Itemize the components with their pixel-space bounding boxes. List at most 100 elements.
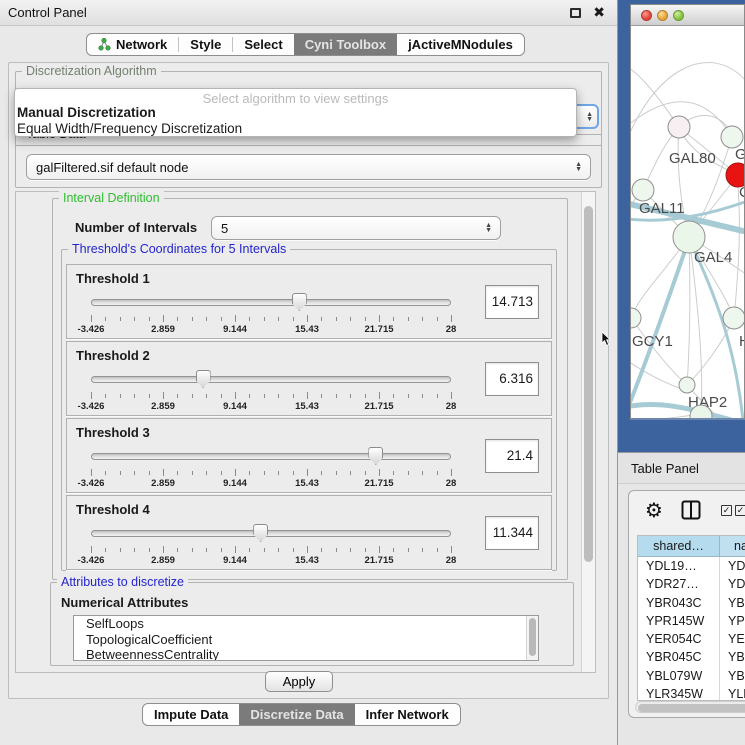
checkbox-icon[interactable]: ✓: [735, 505, 745, 516]
slider-thumb[interactable]: [196, 370, 211, 388]
gear-icon[interactable]: ⚙: [645, 498, 663, 523]
cell-shared-name[interactable]: YER054C: [638, 630, 720, 648]
slider-thumb[interactable]: [253, 524, 268, 542]
cell-name[interactable]: YDR2: [720, 575, 745, 593]
table-row[interactable]: YBR045CYBR0: [638, 648, 745, 666]
close-traffic-light-icon[interactable]: [641, 10, 652, 21]
application: Control Panel ✖ Network Style Select Cyn…: [0, 0, 745, 745]
table-row[interactable]: YDR27…YDR2: [638, 575, 745, 593]
number-of-intervals-label: Number of Intervals: [75, 220, 197, 235]
panel-scrollbar[interactable]: [581, 192, 595, 672]
cell-name[interactable]: YER0: [720, 630, 745, 648]
tab-infer-network-label: Infer Network: [366, 707, 449, 722]
cell-shared-name[interactable]: YBL079W: [638, 667, 720, 685]
tab-cyni-toolbox-label: Cyni Toolbox: [305, 37, 386, 52]
cell-shared-name[interactable]: YLR345W: [638, 685, 720, 701]
slider-track[interactable]: [91, 453, 451, 460]
tab-discretize-data[interactable]: Discretize Data: [239, 704, 354, 725]
table-row[interactable]: YER054CYER0: [638, 630, 745, 648]
numerical-attributes-list[interactable]: SelfLoopsTopologicalCoefficientBetweenne…: [73, 615, 539, 661]
tab-discretize-data-label: Discretize Data: [250, 707, 343, 722]
scrollbar-thumb[interactable]: [529, 618, 536, 656]
control-panel: Control Panel ✖ Network Style Select Cyn…: [0, 0, 618, 745]
tab-style[interactable]: Style: [179, 34, 232, 55]
slider-track[interactable]: [91, 376, 451, 383]
network-node[interactable]: [632, 179, 654, 201]
threshold-1-value[interactable]: 14.713: [485, 285, 539, 319]
close-icon[interactable]: ✖: [593, 4, 605, 21]
slider-track[interactable]: [91, 530, 451, 537]
slider-tick-labels: -3.4262.8599.14415.4321.71528: [91, 401, 451, 412]
network-node[interactable]: [723, 307, 744, 329]
column-header-shared-name[interactable]: shared…: [638, 536, 720, 556]
cell-shared-name[interactable]: YBR043C: [638, 594, 720, 612]
control-panel-tabbar: Network Style Select Cyni Toolbox jActiv…: [86, 33, 525, 56]
tab-infer-network[interactable]: Infer Network: [355, 704, 460, 725]
network-node[interactable]: [631, 308, 641, 328]
scrollbar-thumb[interactable]: [584, 206, 593, 562]
threshold-2-slider[interactable]: -3.4262.8599.14415.4321.71528: [91, 368, 451, 412]
table-row[interactable]: YBR043CYBR0: [638, 594, 745, 612]
cell-shared-name[interactable]: YDR27…: [638, 575, 720, 593]
threshold-2-value[interactable]: 6.316: [485, 362, 539, 396]
slider-thumb[interactable]: [292, 293, 307, 311]
table-panel-title: Table Panel: [631, 453, 699, 484]
column-header-name[interactable]: na: [720, 536, 745, 556]
network-node[interactable]: [721, 126, 743, 148]
apply-button[interactable]: Apply: [265, 671, 333, 692]
number-of-intervals-combo[interactable]: 5 ▲▼: [211, 216, 501, 240]
list-item[interactable]: TopologicalCoefficient: [74, 632, 538, 648]
network-icon: [98, 38, 111, 51]
cyni-panel: Discretization Algorithm ▲▼ Table Data g…: [8, 62, 609, 699]
float-window-icon[interactable]: [570, 8, 581, 18]
checkbox-icon[interactable]: ✓: [721, 505, 732, 516]
cell-name[interactable]: YPR1: [720, 612, 745, 630]
tab-cyni-toolbox[interactable]: Cyni Toolbox: [294, 34, 397, 55]
cell-name[interactable]: YBR0: [720, 594, 745, 612]
list-item[interactable]: BetweennessCentrality: [74, 647, 538, 661]
slider-ticks: [91, 546, 451, 554]
zoom-traffic-light-icon[interactable]: [673, 10, 684, 21]
tab-jactivemnodules[interactable]: jActiveMNodules: [397, 34, 524, 55]
list-item[interactable]: SelfLoops: [74, 616, 538, 632]
minimize-traffic-light-icon[interactable]: [657, 10, 668, 21]
cell-name[interactable]: YBR0: [720, 648, 745, 666]
scrollbar-thumb[interactable]: [638, 704, 745, 712]
columns-icon[interactable]: [681, 500, 701, 520]
cell-name[interactable]: YLR3: [720, 685, 745, 701]
cell-shared-name[interactable]: YPR145W: [638, 612, 720, 630]
threshold-4-value[interactable]: 11.344: [485, 516, 539, 550]
list-scrollbar[interactable]: [526, 616, 538, 660]
menu-item-manual-discretization[interactable]: Manual Discretization: [15, 105, 576, 121]
number-of-intervals-value: 5: [221, 217, 228, 239]
table-row[interactable]: YDL19…YDL1: [638, 557, 745, 575]
table-data-combo[interactable]: galFiltered.sif default node ▲▼: [26, 154, 591, 180]
tab-network[interactable]: Network: [87, 34, 178, 55]
table-row[interactable]: YPR145WYPR1: [638, 612, 745, 630]
cell-name[interactable]: YBL0: [720, 667, 745, 685]
threshold-3-value[interactable]: 21.4: [485, 439, 539, 473]
table-row[interactable]: YLR345WYLR3: [638, 685, 745, 701]
tab-select[interactable]: Select: [233, 34, 293, 55]
network-node[interactable]: [679, 377, 695, 393]
cell-shared-name[interactable]: YDL19…: [638, 557, 720, 575]
table-header-row: shared… na: [638, 536, 745, 557]
threshold-1-slider[interactable]: -3.4262.8599.14415.4321.71528: [91, 291, 451, 335]
interval-definition-title: Interval Definition: [59, 191, 164, 206]
slider-track[interactable]: [91, 299, 451, 306]
network-node[interactable]: [668, 116, 690, 138]
threshold-3-slider[interactable]: -3.4262.8599.14415.4321.71528: [91, 445, 451, 489]
tab-impute-data-label: Impute Data: [154, 707, 228, 722]
slider-thumb[interactable]: [368, 447, 383, 465]
table-horizontal-scrollbar[interactable]: [635, 701, 745, 713]
tab-impute-data[interactable]: Impute Data: [143, 704, 239, 725]
table-row[interactable]: YBL079WYBL0: [638, 667, 745, 685]
network-canvas[interactable]: GAL80GACGAL11GAL4GCY1HHAP2: [631, 26, 744, 418]
cell-shared-name[interactable]: YBR045C: [638, 648, 720, 666]
menu-item-equal-width-frequency[interactable]: Equal Width/Frequency Discretization: [15, 121, 576, 137]
node-table[interactable]: shared… na YDL19…YDL1YDR27…YDR2YBR043CYB…: [637, 535, 745, 701]
tab-network-label: Network: [116, 37, 167, 52]
threshold-4-slider[interactable]: -3.4262.8599.14415.4321.71528: [91, 522, 451, 566]
cell-name[interactable]: YDL1: [720, 557, 745, 575]
network-window-titlebar[interactable]: [631, 5, 744, 26]
